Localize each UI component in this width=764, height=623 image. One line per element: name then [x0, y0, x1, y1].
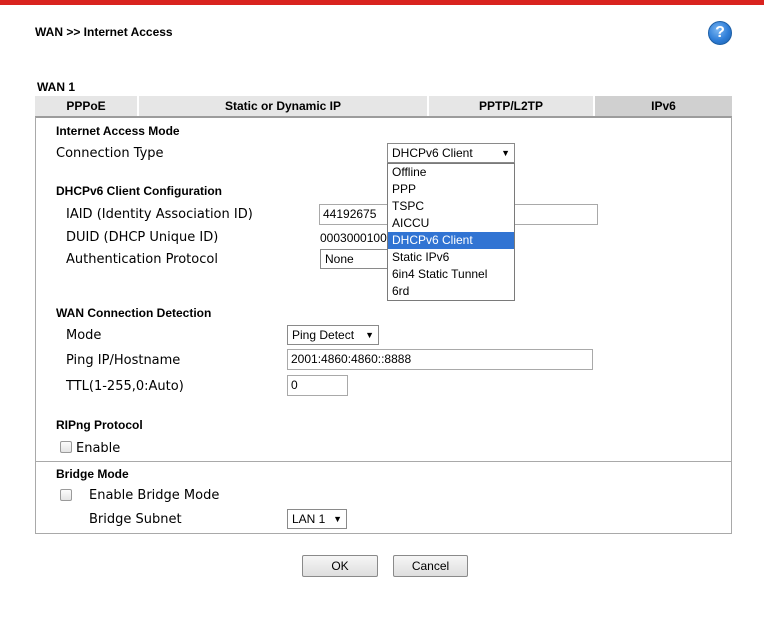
- option-offline[interactable]: Offline: [388, 164, 514, 181]
- auth-protocol-label: Authentication Protocol: [66, 252, 218, 267]
- dropdown-arrow-icon: ▼: [501, 148, 510, 158]
- tab-pptp-l2tp[interactable]: PPTP/L2TP: [429, 96, 595, 116]
- internet-access-heading: Internet Access Mode: [56, 124, 180, 138]
- cancel-button[interactable]: Cancel: [393, 555, 468, 577]
- auth-protocol-select[interactable]: None: [320, 249, 390, 269]
- wan-label: WAN 1: [37, 80, 76, 94]
- ok-button[interactable]: OK: [302, 555, 378, 577]
- chevron-down-icon: ▼: [333, 514, 342, 524]
- iaid-label: IAID (Identity Association ID): [66, 207, 253, 222]
- auth-protocol-value: None: [325, 252, 354, 266]
- section-divider: [36, 461, 731, 462]
- option-ppp[interactable]: PPP: [388, 181, 514, 198]
- top-accent-bar: [0, 0, 764, 5]
- connection-type-dropdown: Offline PPP TSPC AICCU DHCPv6 Client Sta…: [387, 163, 515, 301]
- bridge-mode-checkbox[interactable]: [60, 489, 72, 501]
- connection-type-value: DHCPv6 Client: [392, 146, 473, 160]
- ttl-label: TTL(1-255,0:Auto): [66, 379, 184, 394]
- option-aiccu[interactable]: AICCU: [388, 215, 514, 232]
- connection-type-select[interactable]: DHCPv6 Client ▼: [387, 143, 515, 163]
- duid-label: DUID (DHCP Unique ID): [66, 230, 219, 245]
- ping-host-label: Ping IP/Hostname: [66, 353, 181, 368]
- chevron-down-icon: ▼: [365, 330, 374, 340]
- ripng-heading: RIPng Protocol: [56, 418, 143, 432]
- help-icon[interactable]: ?: [708, 21, 732, 45]
- wan-detection-heading: WAN Connection Detection: [56, 306, 212, 320]
- ripng-enable-label: Enable: [76, 441, 121, 456]
- bridge-mode-heading: Bridge Mode: [56, 467, 129, 481]
- dhcpv6-config-heading: DHCPv6 Client Configuration: [56, 184, 223, 198]
- connection-type-label: Connection Type: [56, 146, 164, 161]
- duid-value: 0003000100: [320, 231, 387, 245]
- bridge-subnet-label: Bridge Subnet: [89, 512, 182, 527]
- mode-value: Ping Detect: [292, 328, 355, 342]
- ping-host-input[interactable]: 2001:4860:4860::8888: [287, 349, 593, 370]
- ttl-input[interactable]: 0: [287, 375, 348, 396]
- bridge-mode-enable-label: Enable Bridge Mode: [89, 488, 220, 503]
- option-tspc[interactable]: TSPC: [388, 198, 514, 215]
- tab-bar: PPPoE Static or Dynamic IP PPTP/L2TP IPv…: [35, 96, 732, 116]
- option-6in4-static-tunnel[interactable]: 6in4 Static Tunnel: [388, 266, 514, 283]
- ripng-enable-checkbox[interactable]: [60, 441, 72, 453]
- settings-panel: [35, 116, 732, 534]
- mode-select[interactable]: Ping Detect ▼: [287, 325, 379, 345]
- option-static-ipv6[interactable]: Static IPv6: [388, 249, 514, 266]
- tab-ipv6[interactable]: IPv6: [595, 96, 732, 116]
- bridge-subnet-value: LAN 1: [292, 512, 326, 526]
- tab-pppoe[interactable]: PPPoE: [35, 96, 139, 116]
- bridge-subnet-select[interactable]: LAN 1 ▼: [287, 509, 347, 529]
- page-title: WAN >> Internet Access: [35, 25, 173, 39]
- option-dhcpv6-client[interactable]: DHCPv6 Client: [388, 232, 514, 249]
- option-6rd[interactable]: 6rd: [388, 283, 514, 300]
- tab-static-dynamic-ip[interactable]: Static or Dynamic IP: [139, 96, 429, 116]
- mode-label: Mode: [66, 328, 102, 343]
